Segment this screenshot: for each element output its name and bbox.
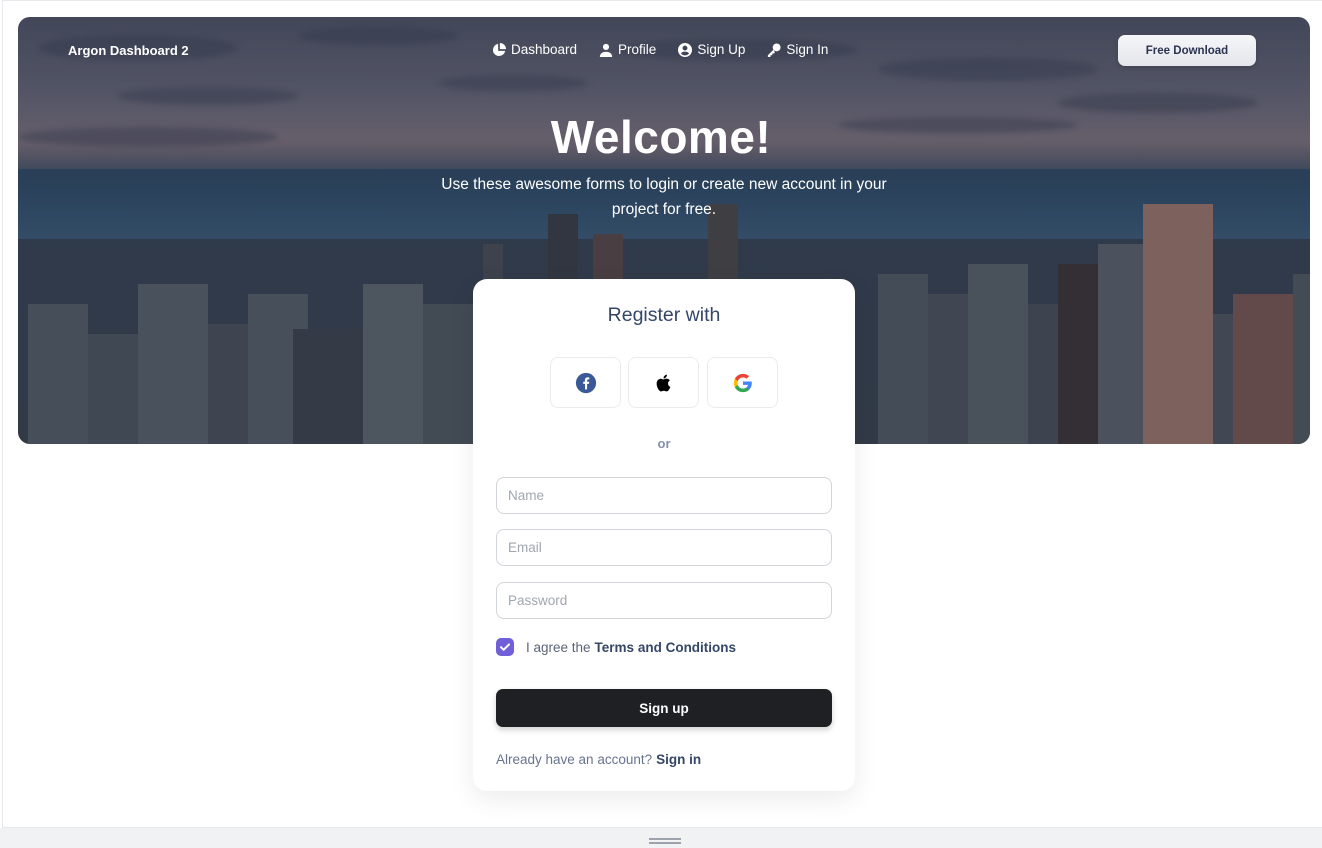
nav-profile-label: Profile — [618, 42, 657, 57]
key-icon — [768, 42, 781, 57]
already-account-text: Already have an account? — [496, 752, 653, 767]
main-nav: Dashboard Profile Sign Up Sign In — [492, 42, 850, 57]
facebook-icon — [575, 372, 596, 393]
sign-in-link[interactable]: Sign in — [656, 752, 701, 767]
nav-profile[interactable]: Profile — [599, 42, 656, 57]
sign-up-button[interactable]: Sign up — [496, 689, 832, 727]
apple-icon — [656, 374, 670, 391]
already-account-row: Already have an account? Sign in — [496, 752, 701, 767]
email-field[interactable] — [496, 529, 832, 566]
or-divider: or — [657, 436, 671, 451]
agree-text: I agree the Terms and Conditions — [526, 640, 736, 655]
nav-dashboard-label: Dashboard — [511, 42, 578, 57]
agree-prefix: I agree the — [526, 639, 591, 655]
nav-sign-in[interactable]: Sign In — [767, 42, 828, 57]
hero-title: Welcome! — [550, 111, 772, 163]
hero-subtitle: Use these awesome forms to login or crea… — [441, 176, 887, 218]
password-field[interactable] — [496, 582, 832, 619]
checkmark-icon — [500, 643, 510, 651]
google-button[interactable] — [707, 357, 778, 408]
terms-link[interactable]: Terms and Conditions — [595, 640, 737, 655]
facebook-button[interactable] — [550, 357, 621, 408]
apple-button[interactable] — [628, 357, 699, 408]
user-circle-icon — [678, 42, 693, 57]
user-icon — [599, 43, 613, 57]
google-icon — [733, 373, 752, 392]
brand-name[interactable]: Argon Dashboard 2 — [68, 43, 189, 58]
pie-chart-icon — [492, 42, 506, 56]
free-download-button[interactable]: Free Download — [1118, 35, 1256, 66]
name-field[interactable] — [496, 477, 832, 514]
nav-sign-in-label: Sign In — [786, 42, 829, 57]
card-title: Register with — [607, 304, 721, 326]
nav-sign-up[interactable]: Sign Up — [678, 42, 745, 57]
nav-sign-up-label: Sign Up — [697, 42, 746, 57]
register-card: Register with or I agree the Terms and Co… — [473, 279, 855, 791]
resize-handle[interactable] — [649, 838, 681, 844]
terms-row: I agree the Terms and Conditions — [496, 638, 736, 656]
nav-dashboard[interactable]: Dashboard — [492, 42, 577, 57]
terms-checkbox[interactable] — [496, 638, 514, 656]
